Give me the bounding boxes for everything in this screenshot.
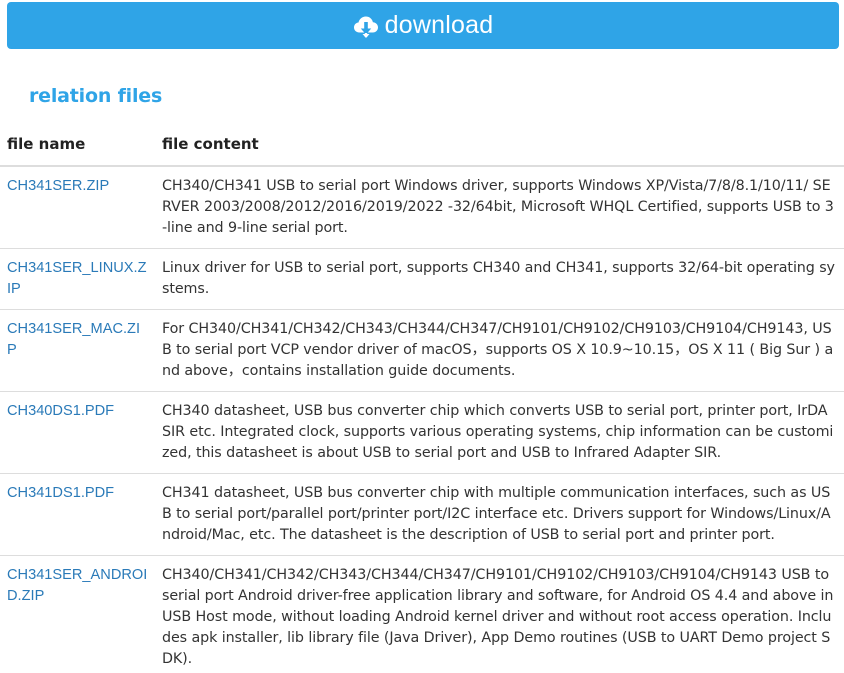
table-row: CH340DS1.PDF CH340 datasheet, USB bus co… [0,391,844,474]
files-table: file name file content CH341SER.ZIP CH34… [0,124,844,673]
file-content-cell: CH341 datasheet, USB bus converter chip … [155,473,844,556]
file-link-ch341ser-android-zip[interactable]: CH341SER_ANDROID.ZIP [7,567,147,604]
file-link-ch341ser-mac-zip[interactable]: CH341SER_MAC.ZIP [7,321,140,358]
file-content-cell: CH340/CH341/CH342/CH343/CH344/CH347/CH91… [155,555,844,673]
file-name-cell: CH341DS1.PDF [0,473,155,556]
section-title: relation files [29,85,163,107]
table-row: CH341SER_MAC.ZIP For CH340/CH341/CH342/C… [0,309,844,392]
file-content-cell: Linux driver for USB to serial port, sup… [155,248,844,310]
file-name-cell: CH341SER_LINUX.ZIP [0,248,155,310]
table-header-row: file name file content [0,124,844,167]
file-content-cell: CH340/CH341 USB to serial port Windows d… [162,178,834,236]
file-content-cell: CH340 datasheet, USB bus converter chip … [155,391,844,474]
header-file-content: file content [155,124,844,167]
file-link-ch341ser-zip[interactable]: CH341SER.ZIP [7,178,109,194]
table-row: CH341DS1.PDF CH341 datasheet, USB bus co… [0,473,844,556]
page: download relation files file name file c… [0,0,844,673]
file-name-cell: CH340DS1.PDF [0,391,155,474]
table-row: CH341SER_ANDROID.ZIP CH340/CH341/CH342/C… [0,555,844,673]
download-button[interactable]: download [7,2,839,49]
file-link-ch341ser-linux-zip[interactable]: CH341SER_LINUX.ZIP [7,260,147,297]
file-link-ch341ds1-pdf[interactable]: CH341DS1.PDF [7,485,114,501]
file-link-ch340ds1-pdf[interactable]: CH340DS1.PDF [7,403,114,419]
table-row: CH341SER_LINUX.ZIP Linux driver for USB … [0,248,844,310]
header-file-name: file name [0,124,155,167]
download-label: download [384,11,494,39]
file-name-cell: CH341SER_MAC.ZIP [0,309,155,392]
file-name-cell: CH341SER_ANDROID.ZIP [0,555,155,673]
file-content-cell: For CH340/CH341/CH342/CH343/CH344/CH347/… [155,309,844,392]
cloud-download-icon [353,13,379,39]
table-row: CH341SER.ZIP CH340/CH341 USB to serial p… [0,166,844,249]
file-name-cell: CH341SER.ZIP [0,166,155,249]
